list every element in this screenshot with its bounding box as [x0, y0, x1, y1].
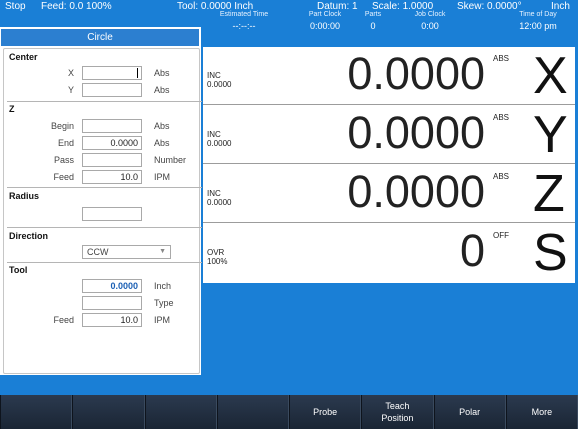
axis-row-y[interactable]: INC 0.0000 0.0000 ABS Y	[203, 106, 575, 164]
axis-label: Z	[533, 165, 565, 223]
center-x-label: X	[67, 68, 74, 78]
dro-display: INC 0.0000 0.0000 ABS X INC 0.0000 0.0000 …	[203, 47, 575, 283]
direction-section-title: Direction	[9, 231, 49, 241]
spindle-value: 0	[459, 225, 485, 276]
tool-feed-unit: IPM	[154, 315, 171, 325]
tool-feed-input[interactable]: 10.0	[82, 313, 142, 327]
tool-type-input[interactable]	[82, 296, 142, 310]
axis-value: 0.0000	[347, 48, 485, 99]
probe-button[interactable]: Probe	[289, 395, 362, 429]
z-begin-unit: Abs	[154, 121, 170, 131]
tool-diameter-unit: Inch	[154, 281, 172, 291]
z-end-label: End	[57, 138, 74, 148]
circle-form-panel: Circle Center X Abs Y Abs Z Begin Abs En…	[0, 27, 202, 375]
override-label: OVR 100%	[207, 248, 228, 266]
more-button[interactable]: More	[505, 395, 578, 429]
part-clock-label: Part Clock	[308, 11, 342, 18]
parts-value: 0	[370, 21, 376, 31]
z-end-input[interactable]: 0.0000	[82, 136, 142, 150]
axis-value: 0.0000	[347, 107, 485, 158]
center-y-input[interactable]	[82, 83, 142, 97]
softkey-1[interactable]	[0, 395, 73, 429]
z-feed-unit: IPM	[154, 172, 171, 182]
divider	[7, 227, 202, 228]
tool-feed-label: Feed	[53, 315, 74, 325]
z-pass-label: Pass	[53, 155, 74, 165]
feed-status: Feed: 0.0 100%	[41, 1, 112, 12]
z-begin-input[interactable]	[82, 119, 142, 133]
axis-row-x[interactable]: INC 0.0000 0.0000 ABS X	[203, 47, 575, 105]
axis-label: Y	[533, 106, 568, 164]
part-clock-value: 0:00:00	[309, 21, 341, 31]
job-clock-value: 0:00	[421, 21, 439, 31]
softkey-bar: Probe Teach Position Polar More	[0, 395, 578, 429]
inc-label: INC 0.0000	[207, 130, 232, 148]
teach-position-button[interactable]: Teach Position	[361, 395, 434, 429]
z-pass-input[interactable]	[82, 153, 142, 167]
softkey-2[interactable]	[72, 395, 145, 429]
axis-row-z[interactable]: INC 0.0000 0.0000 ABS Z	[203, 165, 575, 223]
z-end-unit: Abs	[154, 138, 170, 148]
z-section-title: Z	[9, 104, 15, 114]
direction-select[interactable]: CCW ▼	[82, 245, 171, 259]
spindle-mode: OFF	[493, 231, 509, 240]
time-of-day-label: Time of Day	[519, 11, 557, 18]
center-y-unit: Abs	[154, 85, 170, 95]
center-section-title: Center	[9, 52, 38, 62]
axis-label: X	[533, 47, 568, 105]
parts-label: Parts	[364, 11, 382, 18]
job-clock-label: Job Clock	[414, 11, 446, 18]
chevron-down-icon: ▼	[159, 248, 166, 255]
center-x-input[interactable]	[82, 66, 142, 80]
inc-label: INC 0.0000	[207, 189, 232, 207]
spindle-label: S	[533, 224, 568, 282]
panel-title: Circle	[1, 29, 199, 46]
spindle-row[interactable]: OVR 100% 0 OFF S	[203, 224, 575, 282]
direction-selected-value: CCW	[87, 247, 109, 257]
estimated-time-label: Estimated Time	[219, 11, 269, 18]
z-feed-input[interactable]: 10.0	[82, 170, 142, 184]
inc-label: INC 0.0000	[207, 71, 232, 89]
tool-type-unit: Type	[154, 298, 174, 308]
radius-input[interactable]	[82, 207, 142, 221]
text-cursor	[137, 68, 138, 78]
z-feed-label: Feed	[53, 172, 74, 182]
axis-mode: ABS	[493, 113, 510, 122]
panel-content: Center X Abs Y Abs Z Begin Abs End 0.000…	[3, 48, 202, 374]
divider	[7, 101, 202, 102]
softkey-4[interactable]	[216, 395, 289, 429]
center-y-label: Y	[67, 85, 74, 95]
softkey-3[interactable]	[144, 395, 217, 429]
polar-button[interactable]: Polar	[433, 395, 506, 429]
divider	[7, 262, 202, 263]
divider	[7, 187, 202, 188]
estimated-time-value: --:--:--	[232, 21, 256, 31]
axis-value: 0.0000	[347, 166, 485, 217]
radius-section-title: Radius	[9, 191, 40, 201]
axis-mode: ABS	[493, 172, 510, 181]
tool-diameter-input[interactable]: 0.0000	[82, 279, 142, 293]
tool-section-title: Tool	[9, 265, 28, 275]
z-begin-label: Begin	[50, 121, 74, 131]
axis-mode: ABS	[493, 54, 510, 63]
center-x-unit: Abs	[154, 68, 170, 78]
z-pass-unit: Number	[154, 155, 187, 165]
machine-state: Stop	[5, 1, 26, 12]
time-of-day-value: 12:00 pm	[519, 21, 557, 31]
